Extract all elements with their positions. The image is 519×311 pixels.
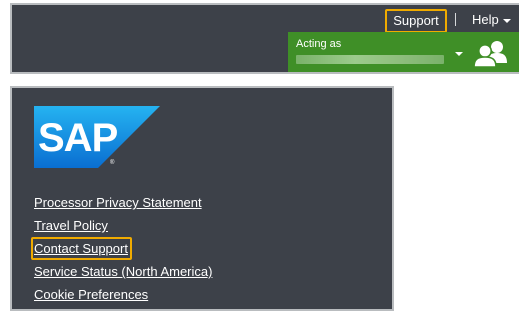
user-group-icon[interactable]	[474, 39, 508, 67]
chevron-down-icon	[502, 19, 511, 23]
footer-links: Processor Privacy Statement Travel Polic…	[31, 194, 212, 309]
footer-panel: SAP ® Processor Privacy Statement Travel…	[10, 86, 394, 311]
sap-logo: SAP ®	[34, 106, 160, 168]
help-label: Help	[472, 12, 499, 27]
svg-text:®: ®	[110, 159, 115, 166]
acting-as-label: Acting as	[296, 38, 342, 50]
cookie-preferences-link[interactable]: Cookie Preferences	[34, 286, 148, 303]
service-status-link[interactable]: Service Status (North America)	[34, 263, 212, 280]
header-divider	[455, 13, 456, 26]
acting-as-selector[interactable]: Acting as	[288, 32, 519, 72]
help-menu[interactable]: Help	[472, 11, 511, 29]
acting-as-value	[296, 55, 444, 64]
svg-text:SAP: SAP	[38, 116, 118, 160]
support-link[interactable]: Support	[385, 9, 447, 33]
contact-support-link[interactable]: Contact Support	[31, 237, 132, 260]
header-bar: Support Help Acting as	[10, 3, 519, 74]
travel-policy-link[interactable]: Travel Policy	[34, 217, 108, 234]
processor-privacy-statement-link[interactable]: Processor Privacy Statement	[34, 194, 202, 211]
chevron-down-icon[interactable]	[455, 52, 463, 56]
